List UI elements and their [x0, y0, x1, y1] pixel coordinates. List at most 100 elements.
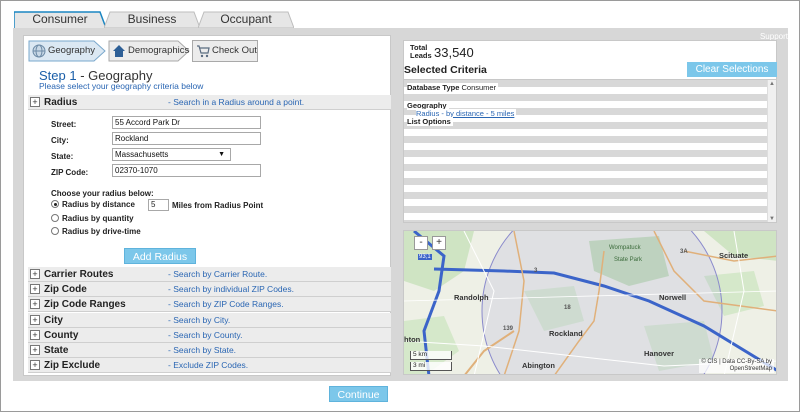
city-label: City: [51, 136, 69, 145]
step-geography[interactable]: Geography [28, 40, 106, 62]
step-demographics-label: Demographics [128, 45, 190, 56]
step-checkout-label: Check Out [212, 45, 257, 56]
step-geography-label: Geography [48, 45, 96, 56]
map-label-randolph: Randolph [454, 293, 489, 302]
add-radius-button[interactable]: Add Radius [124, 248, 196, 264]
radio-distance-label: Radius by distance [62, 200, 135, 209]
city-input[interactable]: Rockland [112, 132, 261, 145]
radio-button[interactable] [51, 227, 59, 235]
section-state[interactable]: + State - Search by State. [28, 343, 391, 358]
step-description: Please select your geography criteria be… [39, 81, 204, 91]
selected-criteria-title: Selected Criteria [404, 64, 487, 76]
map-label-route-93: 93;1 [418, 254, 432, 260]
section-label: City [44, 315, 63, 326]
section-desc: - Search by individual ZIP Codes. [168, 284, 294, 294]
selected-criteria-pane: Total Leads 33,540 Selected Criteria Clea… [403, 40, 777, 223]
distance-suffix: Miles from Radius Point [172, 201, 264, 210]
criteria-db-label: Database Type [407, 83, 460, 92]
expand-icon[interactable]: + [30, 299, 40, 309]
section-desc: - Search by Carrier Route. [168, 269, 268, 279]
section-zip-code-ranges[interactable]: + Zip Code Ranges - Search by ZIP Code R… [28, 297, 391, 312]
expand-icon[interactable]: + [30, 360, 40, 370]
map-label-rockland: Rockland [549, 329, 583, 338]
section-label: Zip Exclude [44, 360, 101, 371]
map-label-state-park: State Park [614, 257, 643, 263]
street-input[interactable]: 55 Accord Park Dr [112, 116, 261, 129]
section-desc: - Search by State. [168, 345, 237, 355]
tab-business[interactable]: Business [104, 11, 200, 28]
expand-icon[interactable]: + [30, 269, 40, 279]
step-checkout[interactable]: Check Out [192, 40, 258, 62]
total-leads-label: Total Leads [410, 44, 432, 60]
zip-label: ZIP Code: [51, 168, 89, 177]
map-label-route-139: 139 [503, 326, 514, 332]
section-label: County [44, 330, 79, 341]
section-county[interactable]: + County - Search by County. [28, 328, 391, 343]
section-zip-code[interactable]: + Zip Code - Search by individual ZIP Co… [28, 282, 391, 297]
expand-icon[interactable]: + [30, 315, 40, 325]
map-label-route-3a: 3A [680, 249, 688, 255]
radio-drive-label: Radius by drive-time [62, 227, 141, 236]
map-label-wompatuck: Wompatuck [609, 245, 641, 251]
scroll-up-icon[interactable]: ▲ [769, 81, 775, 87]
tab-occupant-label: Occupant [220, 12, 272, 26]
map-attribution-1: © CIS | Data CC-By-SA by [701, 359, 772, 365]
tab-occupant[interactable]: Occupant [198, 11, 294, 28]
scroll-down-icon[interactable]: ▼ [769, 216, 775, 222]
total-label-2: Leads [410, 51, 432, 60]
geography-pane: Geography Demographics Check Out Step 1 … [23, 35, 391, 376]
section-radius-label: Radius [44, 97, 78, 108]
zoom-in-button[interactable]: + [432, 236, 446, 250]
map-label-hanover: Hanover [644, 349, 675, 358]
section-label: Carrier Routes [44, 269, 114, 280]
expand-icon[interactable]: + [30, 330, 40, 340]
total-leads-value: 33,540 [434, 45, 474, 60]
section-desc: - Search by County. [168, 330, 243, 340]
state-label: State: [51, 152, 74, 161]
section-carrier-routes[interactable]: + Carrier Routes - Search by Carrier Rou… [28, 267, 391, 282]
continue-button[interactable]: Continue [329, 386, 388, 402]
radio-button-selected[interactable] [51, 200, 59, 208]
criteria-db-type: Database Type Consumer [407, 83, 499, 92]
tab-consumer[interactable]: Consumer [14, 11, 106, 28]
map-label-scituate: Scituate [719, 251, 749, 260]
section-desc: - Exclude ZIP Codes. [168, 360, 249, 370]
map-scale-mi: 3 mi [410, 362, 452, 371]
criteria-list-options: List Options [407, 117, 453, 126]
section-desc: - Search by City. [168, 315, 231, 325]
map-label-route-3: 3 [534, 268, 538, 274]
globe-icon [32, 44, 46, 58]
expand-icon[interactable]: + [30, 345, 40, 355]
scrollbar[interactable]: ▲ ▼ [767, 80, 776, 222]
map-label-norwell: Norwell [659, 293, 687, 302]
section-radius[interactable]: + Radius - Search in a Radius around a p… [28, 95, 391, 110]
radius-choose-label: Choose your radius below: [51, 189, 154, 198]
section-label: State [44, 345, 69, 356]
expand-icon[interactable]: + [30, 97, 40, 107]
zip-input[interactable]: 02370-1070 [112, 164, 261, 177]
tab-consumer-label: Consumer [32, 12, 88, 26]
clear-selections-button[interactable]: Clear Selections [687, 62, 777, 77]
zoom-out-button[interactable]: - [414, 236, 428, 250]
map-attribution: © CIS | Data CC-By-SA by OpenStreetMap [699, 359, 774, 373]
map-label-ahton: hton [404, 335, 421, 344]
map-scale-km: 5 km [410, 351, 452, 360]
state-select-value: Massachusetts [115, 150, 169, 159]
section-desc: - Search by ZIP Code Ranges. [168, 299, 284, 309]
map-attribution-2[interactable]: OpenStreetMap [730, 366, 772, 372]
state-select[interactable]: Massachusetts ▼ [112, 148, 231, 161]
section-label: Zip Code [44, 284, 87, 295]
step-demographics[interactable]: Demographics [108, 40, 190, 62]
radio-button[interactable] [51, 214, 59, 222]
cart-icon [197, 45, 210, 58]
house-icon [113, 45, 125, 57]
map-label-route-18: 18 [564, 305, 571, 311]
expand-icon[interactable]: + [30, 284, 40, 294]
section-zip-exclude[interactable]: + Zip Exclude - Exclude ZIP Codes. [28, 358, 391, 373]
section-radius-desc: - Search in a Radius around a point. [168, 97, 305, 107]
distance-input[interactable]: 5 [148, 199, 169, 211]
map-label-abington: Abington [522, 361, 555, 370]
map-view[interactable]: Randolph Norwell Rockland Abington Scitu… [403, 230, 777, 375]
tab-business-label: Business [127, 12, 177, 26]
section-city[interactable]: + City - Search by City. [28, 313, 391, 328]
